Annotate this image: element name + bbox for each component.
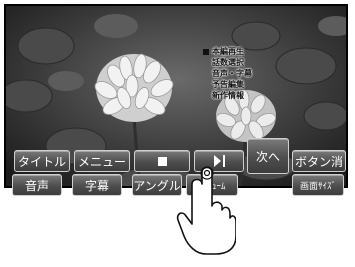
subtitle-button[interactable]: 字幕 <box>72 174 122 196</box>
disc-menu-list: 本編再生 話数選択 音声・字幕 予告編集 新作情報 <box>203 46 283 101</box>
marker-icon <box>203 82 209 88</box>
menu-item-new-info[interactable]: 新作情報 <box>203 90 283 101</box>
angle-button[interactable]: アングル <box>132 174 182 196</box>
menu-item-episode-select[interactable]: 話数選択 <box>203 57 283 68</box>
pointing-hand-icon <box>176 166 236 255</box>
selected-marker-icon <box>203 48 209 55</box>
marker-icon <box>203 60 209 66</box>
hide-buttons-button[interactable]: ボタン消 <box>292 150 346 172</box>
menu-item-label: 本編再生 <box>212 47 244 56</box>
menu-item-label: 話数選択 <box>212 58 244 67</box>
menu-item-main-play[interactable]: 本編再生 <box>203 46 283 57</box>
menu-item-trailer[interactable]: 予告編集 <box>203 79 283 90</box>
menu-item-label: 音声・字幕 <box>212 69 252 78</box>
marker-icon <box>203 93 209 99</box>
title-button[interactable]: タイトル <box>14 150 70 172</box>
next-button[interactable]: 次へ <box>247 138 289 174</box>
menu-item-audio-subtitle[interactable]: 音声・字幕 <box>203 68 283 79</box>
screen-size-button[interactable]: 画面ｻｲｽﾞ <box>292 174 344 196</box>
menu-item-label: 新作情報 <box>212 91 244 100</box>
audio-button[interactable]: 音声 <box>12 174 62 196</box>
stop-icon <box>157 156 167 166</box>
menu-button[interactable]: メニュー <box>74 150 130 172</box>
marker-icon <box>203 71 209 77</box>
menu-item-label: 予告編集 <box>212 80 244 89</box>
